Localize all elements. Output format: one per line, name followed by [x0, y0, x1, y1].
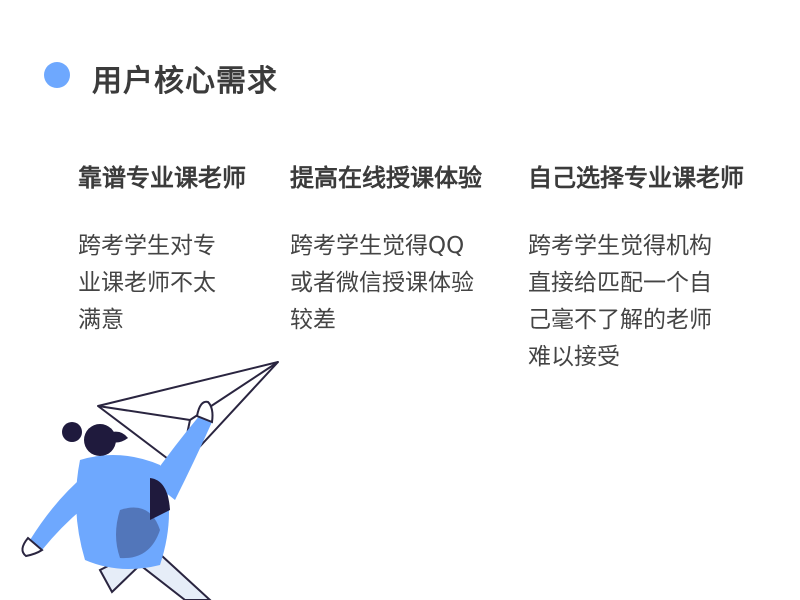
requirement-description: 跨考学生觉得QQ 或者微信授课体验 较差: [290, 233, 474, 333]
requirement-description: 跨考学生觉得机构 直接给匹配一个自 己毫不了解的老师 难以接受: [528, 233, 712, 370]
requirement-column-3: 自己选择专业课老师 跨考学生觉得机构 直接给匹配一个自 己毫不了解的老师 难以接…: [528, 158, 773, 376]
requirement-description: 跨考学生对专 业课老师不太 满意: [78, 233, 216, 333]
requirement-column-1: 靠谱专业课老师 跨考学生对专 业课老师不太 满意: [78, 158, 268, 339]
page-title: 用户核心需求: [92, 64, 278, 99]
requirement-heading: 提高在线授课体验: [290, 164, 482, 192]
requirement-column-2: 提高在线授课体验 跨考学生觉得QQ 或者微信授课体验 较差: [290, 158, 505, 339]
requirement-heading: 靠谱专业课老师: [78, 164, 246, 192]
requirement-heading: 自己选择专业课老师: [528, 164, 744, 192]
title-bullet-dot: [44, 62, 70, 88]
person-throwing-paper-plane-illustration: [21, 361, 279, 600]
